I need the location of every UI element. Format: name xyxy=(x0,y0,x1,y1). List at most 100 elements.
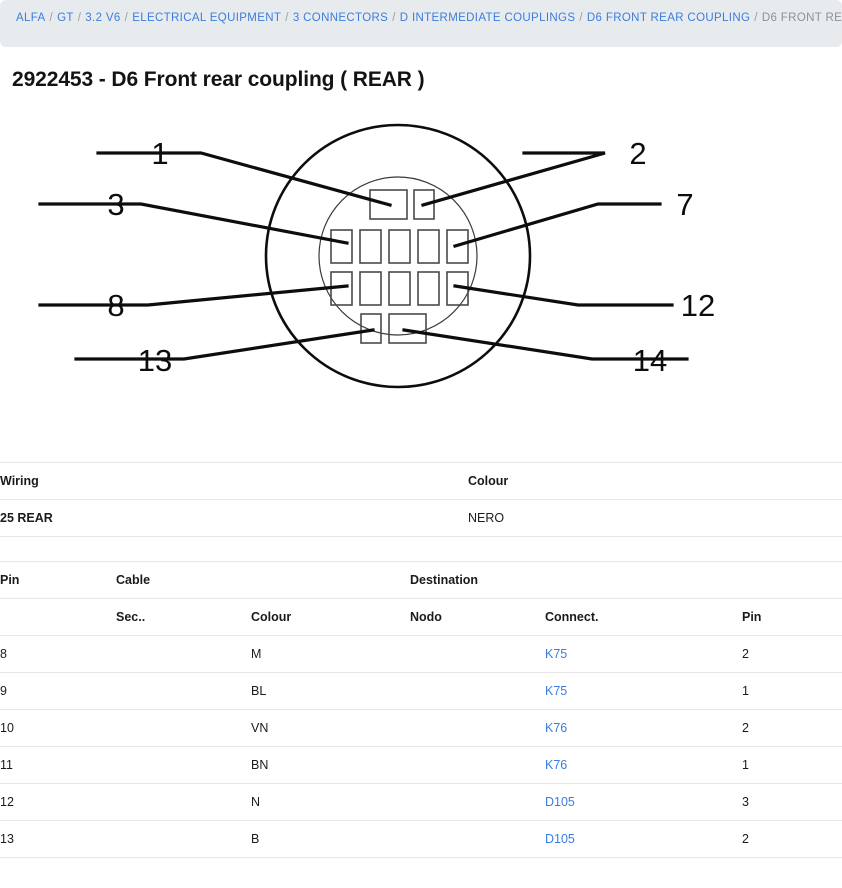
pin-cell-dest-pin: 2 xyxy=(742,820,842,858)
pin-sub-header-colour: Colour xyxy=(251,597,410,636)
pin-label-8: 8 xyxy=(107,288,124,323)
pin-cell-dest-pin: 1 xyxy=(742,746,842,784)
wiring-table-block: Wiring Colour 25 REAR NERO xyxy=(0,462,842,555)
breadcrumb-item-6[interactable]: D6 FRONT REAR COUPLING xyxy=(587,12,750,24)
table-row: 10 VN K76 2 xyxy=(0,709,842,747)
pin-cell-pin: 13 xyxy=(0,820,116,858)
pin-cell-nodo xyxy=(410,709,545,747)
pin-cell-connect: D105 xyxy=(545,783,742,821)
leader-lines xyxy=(38,151,689,361)
pin-cell-pin: 10 xyxy=(0,709,116,747)
pin-cell-connect: D105 xyxy=(545,820,742,858)
breadcrumb-separator: / xyxy=(754,12,758,24)
connector-link[interactable]: K76 xyxy=(545,758,567,772)
pin-cell-sec xyxy=(116,672,251,710)
pin-cell-colour: VN xyxy=(251,709,410,747)
connector-pinout-diagram: 1 3 8 13 2 7 12 14 xyxy=(0,106,842,456)
pin-group-header-blank2 xyxy=(545,560,742,598)
pin-cell-colour: N xyxy=(251,783,410,821)
pin-cell-dest-pin: 2 xyxy=(742,709,842,747)
breadcrumb-separator: / xyxy=(124,12,129,24)
breadcrumb-item-5[interactable]: D INTERMEDIATE COUPLINGS xyxy=(400,12,576,24)
breadcrumb-separator: / xyxy=(285,12,289,24)
pin-cell-sec xyxy=(116,820,251,858)
table-row: 13 B D105 2 xyxy=(0,820,842,858)
pin-cell-pin: 8 xyxy=(0,635,116,673)
wiring-header-wiring: Wiring xyxy=(0,462,468,500)
connector-link[interactable]: K75 xyxy=(545,647,567,661)
pin-cell-sec xyxy=(116,635,251,673)
breadcrumb-item-2[interactable]: 3.2 V6 xyxy=(85,12,120,24)
breadcrumb: ALFA / GT/3.2 V6/ELECTRICAL EQUIPMENT/3 CO… xyxy=(0,0,842,47)
pin-cell-connect: K76 xyxy=(545,746,742,784)
connector-link[interactable]: K75 xyxy=(545,684,567,698)
wiring-cell-colour: NERO xyxy=(468,499,842,537)
pin-cell-dest-pin: 3 xyxy=(742,783,842,821)
pin-label-14: 14 xyxy=(633,343,667,378)
pin-table: Pin Cable Destination Sec.. Colour Nodo … xyxy=(0,560,842,858)
table-row: 11 BN K76 1 xyxy=(0,746,842,784)
pin-cell-colour: B xyxy=(251,820,410,858)
pin-sub-header-nodo: Nodo xyxy=(410,597,545,636)
pin-label-3: 3 xyxy=(107,187,124,222)
pin-cell-nodo xyxy=(410,672,545,710)
breadcrumb-item-1[interactable]: GT xyxy=(57,12,74,24)
wiring-header-colour: Colour xyxy=(468,462,842,500)
breadcrumb-separator: / xyxy=(392,12,396,24)
pin-label-2: 2 xyxy=(629,136,646,171)
pin-group-header-destination: Destination xyxy=(410,560,545,598)
pin-sub-header-sec: Sec.. xyxy=(116,597,251,636)
pin-sub-header-blank xyxy=(0,597,116,636)
pin-table-group-header-row: Pin Cable Destination xyxy=(0,560,842,598)
pin-cell-nodo xyxy=(410,820,545,858)
connector-link[interactable]: K76 xyxy=(545,721,567,735)
pin-group-header-pin: Pin xyxy=(0,560,116,598)
pin-cell-connect: K76 xyxy=(545,709,742,747)
pin-sub-header-pin: Pin xyxy=(742,597,842,636)
pin-group-header-blank1 xyxy=(251,560,410,598)
pin-cell-pin: 11 xyxy=(0,746,116,784)
pin-cell-sec xyxy=(116,746,251,784)
pin-cell-pin: 12 xyxy=(0,783,116,821)
pin-label-1: 1 xyxy=(151,136,168,171)
table-row: 8 M K75 2 xyxy=(0,635,842,673)
breadcrumb-item-4[interactable]: 3 CONNECTORS xyxy=(293,12,388,24)
pin-cell-colour: BL xyxy=(251,672,410,710)
pin-group-header-cable: Cable xyxy=(116,560,251,598)
pin-cell-connect: K75 xyxy=(545,635,742,673)
wiring-cell-wiring: 25 REAR xyxy=(0,499,468,537)
table-row: 9 BL K75 1 xyxy=(0,672,842,710)
pin-sub-header-connect: Connect. xyxy=(545,597,742,636)
wiring-table-spacer xyxy=(0,537,842,555)
pin-cell-nodo xyxy=(410,746,545,784)
pin-cell-dest-pin: 2 xyxy=(742,635,842,673)
pin-number-labels: 1 3 8 13 2 7 12 14 xyxy=(107,136,715,378)
connector-link[interactable]: D105 xyxy=(545,795,575,809)
pin-cell-sec xyxy=(116,709,251,747)
page-title: 2922453 - D6 Front rear coupling ( REAR … xyxy=(12,68,425,91)
pin-table-block: Pin Cable Destination Sec.. Colour Nodo … xyxy=(0,560,842,858)
breadcrumb-separator: / xyxy=(77,12,82,24)
pin-label-7: 7 xyxy=(676,187,693,222)
pin-label-12: 12 xyxy=(681,288,715,323)
wiring-table: Wiring Colour 25 REAR NERO xyxy=(0,462,842,555)
table-row: 12 N D105 3 xyxy=(0,783,842,821)
pin-table-sub-header-row: Sec.. Colour Nodo Connect. Pin xyxy=(0,597,842,636)
wiring-table-header-row: Wiring Colour xyxy=(0,462,842,500)
connector-inner-ring xyxy=(318,176,478,336)
pin-cell-pin: 9 xyxy=(0,672,116,710)
breadcrumb-separator: / xyxy=(49,12,54,24)
connector-link[interactable]: D105 xyxy=(545,832,575,846)
pin-group-header-blank3 xyxy=(742,560,842,598)
breadcrumb-item-0[interactable]: ALFA xyxy=(16,12,46,24)
breadcrumb-item-3[interactable]: ELECTRICAL EQUIPMENT xyxy=(132,12,281,24)
wiring-table-row: 25 REAR NERO xyxy=(0,499,842,537)
pin-cell-colour: BN xyxy=(251,746,410,784)
breadcrumb-separator: / xyxy=(579,12,583,24)
pin-cell-colour: M xyxy=(251,635,410,673)
pin-cell-nodo xyxy=(410,635,545,673)
pin-cell-nodo xyxy=(410,783,545,821)
connector-outer-ring xyxy=(264,123,532,389)
pin-cell-connect: K75 xyxy=(545,672,742,710)
pin-cell-dest-pin: 1 xyxy=(742,672,842,710)
